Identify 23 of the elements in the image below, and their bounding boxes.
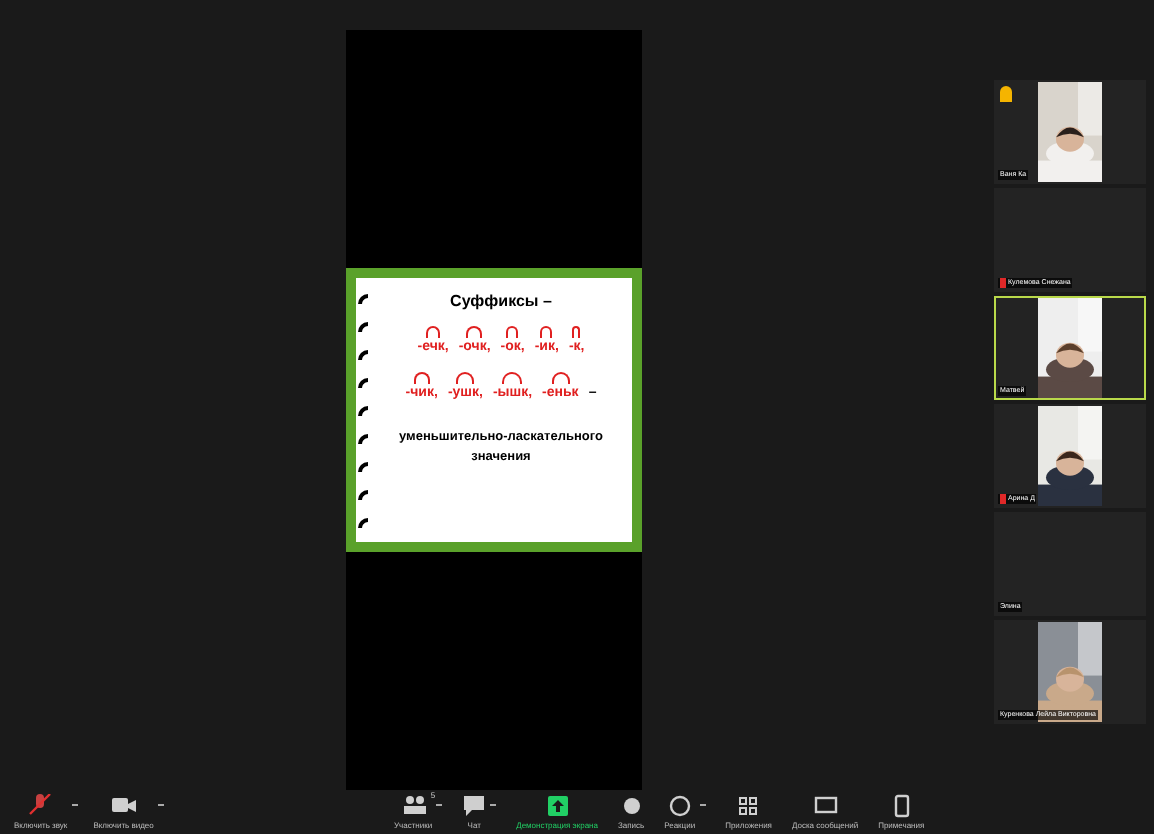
notes-icon	[889, 794, 914, 818]
ring-icon	[358, 489, 368, 499]
whiteboard-icon	[813, 794, 838, 818]
ring-icon	[358, 433, 368, 443]
caret-icon	[157, 804, 164, 808]
mic-icon	[28, 794, 53, 818]
ring-icon	[358, 321, 368, 331]
ring-icon	[358, 461, 368, 471]
people-icon	[401, 794, 426, 818]
caret-icon	[490, 804, 497, 808]
caret-icon	[699, 804, 706, 808]
caret-icon	[71, 804, 78, 808]
ring-icon	[358, 405, 368, 415]
slide-title: Суффиксы –	[450, 290, 552, 314]
record-icon	[619, 794, 644, 818]
ring-icon	[358, 377, 368, 387]
ring-icon	[358, 349, 368, 359]
apps-icon	[736, 794, 761, 818]
chat-bubble-icon	[462, 794, 487, 818]
ring-icon	[358, 293, 368, 303]
ring-icon	[358, 517, 368, 527]
camera-icon	[111, 794, 136, 818]
caret-icon	[436, 804, 443, 808]
